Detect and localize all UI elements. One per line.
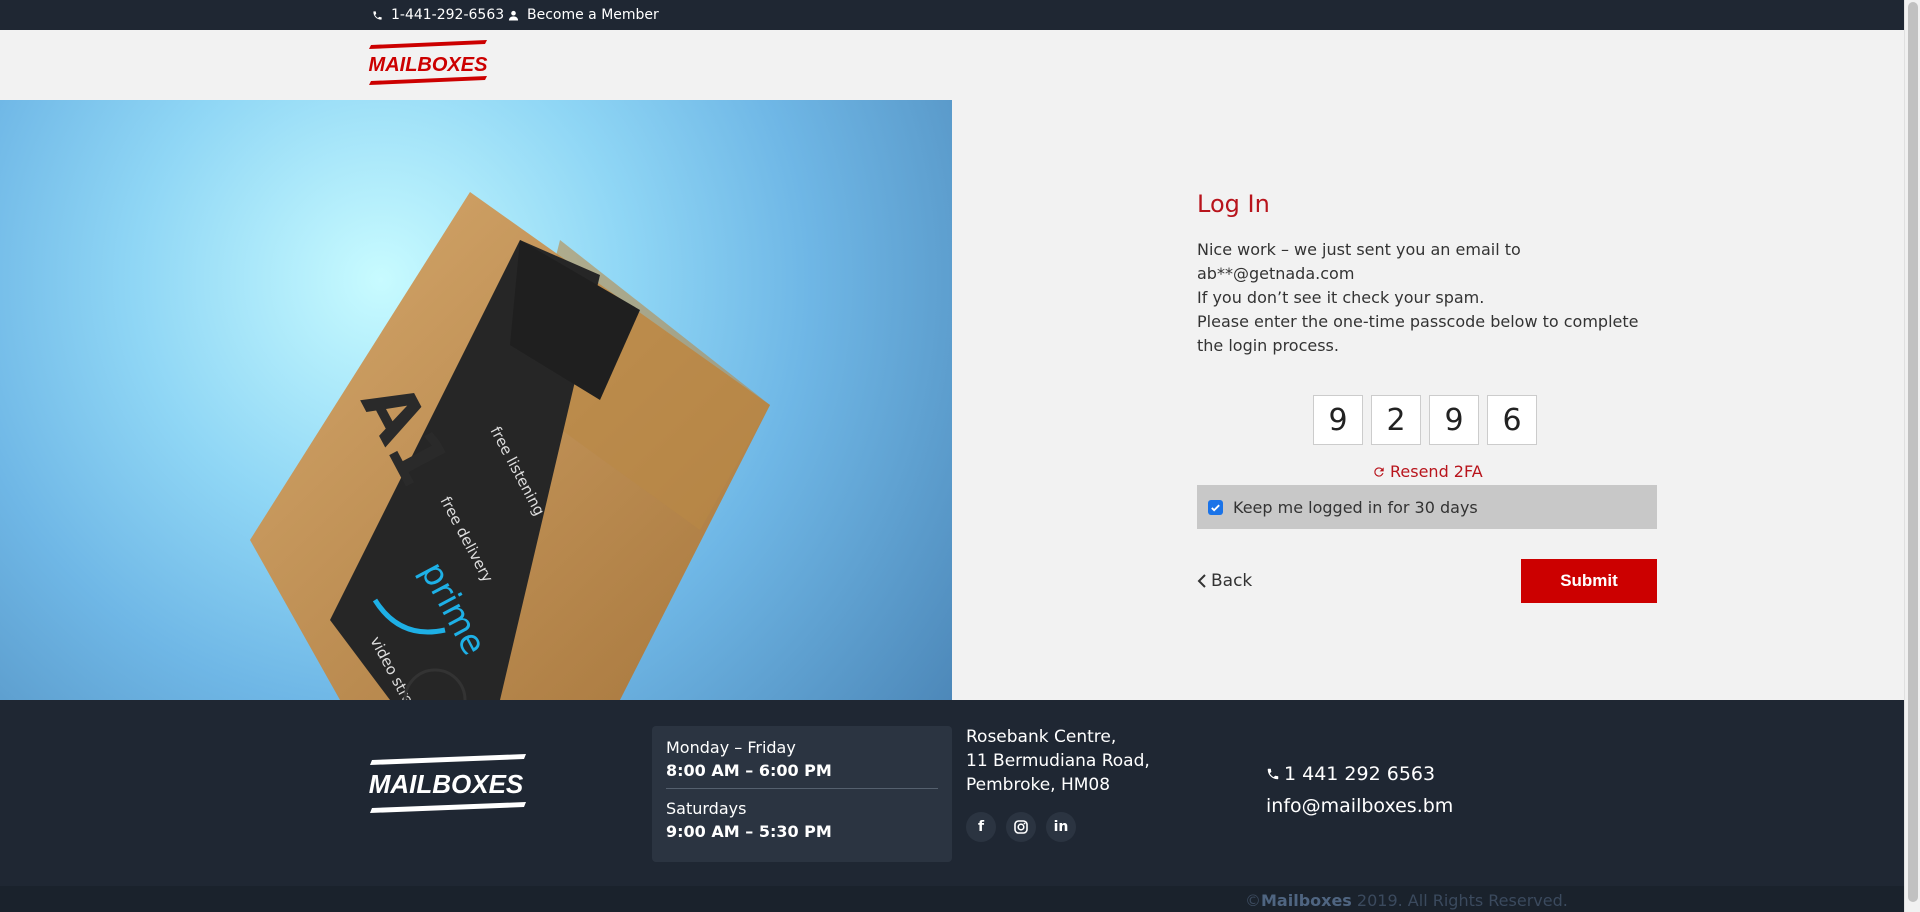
login-message-line1: Nice work – we just sent you an email to <box>1197 240 1521 259</box>
address: Rosebank Centre, 11 Bermudiana Road, Pem… <box>966 725 1150 797</box>
phone-icon <box>1267 768 1279 780</box>
footer-email[interactable]: info@mailboxes.bm <box>1266 790 1453 822</box>
instagram-icon[interactable] <box>1006 812 1036 842</box>
footer-logo[interactable]: MAILBOXES <box>366 754 527 814</box>
svg-text:MAILBOXES: MAILBOXES <box>369 769 524 799</box>
keep-logged-in-row[interactable]: Keep me logged in for 30 days <box>1197 485 1657 529</box>
site-footer: MAILBOXES Monday – Friday 8:00 AM – 6:00… <box>0 700 1904 886</box>
scrollbar-thumb[interactable] <box>1908 2 1918 902</box>
resend-2fa-link[interactable]: Resend 2FA <box>1372 462 1483 481</box>
footer-phone-text: 1 441 292 6563 <box>1284 763 1436 785</box>
chevron-left-icon <box>1197 574 1206 588</box>
site-header: MAILBOXES <box>0 30 1904 100</box>
page-scrollbar[interactable] <box>1904 0 1920 912</box>
otp-digit-1[interactable]: 9 <box>1313 395 1363 445</box>
address-line3: Pembroke, HM08 <box>966 775 1111 795</box>
business-hours: Monday – Friday 8:00 AM – 6:00 PM Saturd… <box>652 726 952 862</box>
hero-image: prime free listening free delivery video… <box>0 100 952 700</box>
otp-digit-3[interactable]: 9 <box>1429 395 1479 445</box>
hours-divider <box>666 788 938 789</box>
otp-digit-4[interactable]: 6 <box>1487 395 1537 445</box>
refresh-icon <box>1374 466 1384 477</box>
login-message: Nice work – we just sent you an email to… <box>1197 238 1657 358</box>
back-link[interactable]: Back <box>1197 571 1252 591</box>
svg-text:MAILBOXES: MAILBOXES <box>369 54 489 76</box>
contact-info: 1 441 292 6563 info@mailboxes.bm <box>1266 758 1453 822</box>
login-title: Log In <box>1197 190 1270 218</box>
become-member-link[interactable]: Become a Member <box>508 7 659 23</box>
login-message-line4: Please enter the one-time passcode below… <box>1197 312 1639 355</box>
copyright-brand: Mailboxes <box>1261 891 1352 910</box>
login-message-line3: If you don’t see it check your spam. <box>1197 288 1485 307</box>
otp-digit-2[interactable]: 2 <box>1371 395 1421 445</box>
saturday-label: Saturdays <box>666 799 747 818</box>
resend-2fa-label: Resend 2FA <box>1390 462 1483 481</box>
weekday-time: 8:00 AM – 6:00 PM <box>666 761 832 780</box>
phone-icon <box>373 10 382 20</box>
copyright-bar: ©Mailboxes 2019. All Rights Reserved. <box>0 886 1904 912</box>
weekday-label: Monday – Friday <box>666 738 796 757</box>
user-icon <box>508 10 519 21</box>
back-label: Back <box>1211 571 1253 591</box>
login-panel: Log In Nice work – we just sent you an e… <box>1197 190 1657 603</box>
saturday-time: 9:00 AM – 5:30 PM <box>666 822 832 841</box>
keep-logged-in-label: Keep me logged in for 30 days <box>1233 497 1478 517</box>
package-illustration: prime free listening free delivery video… <box>250 192 770 700</box>
footer-phone[interactable]: 1 441 292 6563 <box>1266 758 1453 790</box>
keep-logged-in-checkbox[interactable] <box>1208 499 1223 515</box>
login-message-email: ab**@getnada.com <box>1197 264 1355 283</box>
mailboxes-logo[interactable]: MAILBOXES <box>367 40 489 86</box>
address-line1: Rosebank Centre, <box>966 727 1117 747</box>
social-links: f in <box>966 812 1076 842</box>
topbar-phone-text: 1-441-292-6563 <box>391 7 505 23</box>
linkedin-icon[interactable]: in <box>1046 812 1076 842</box>
address-line2: 11 Bermudiana Road, <box>966 751 1150 771</box>
otp-input-group: 9 2 9 6 <box>1313 395 1537 445</box>
copyright-suffix: 2019. All Rights Reserved. <box>1351 891 1568 910</box>
facebook-icon[interactable]: f <box>966 812 996 842</box>
become-member-text: Become a Member <box>527 7 659 23</box>
submit-button[interactable]: Submit <box>1521 559 1657 603</box>
checkmark-icon <box>1211 504 1220 512</box>
top-bar: 1-441-292-6563 Become a Member <box>0 0 1904 30</box>
topbar-phone[interactable]: 1-441-292-6563 <box>372 7 504 23</box>
copyright-symbol: © <box>1245 891 1261 910</box>
copyright-text: ©Mailboxes 2019. All Rights Reserved. <box>1245 891 1568 910</box>
